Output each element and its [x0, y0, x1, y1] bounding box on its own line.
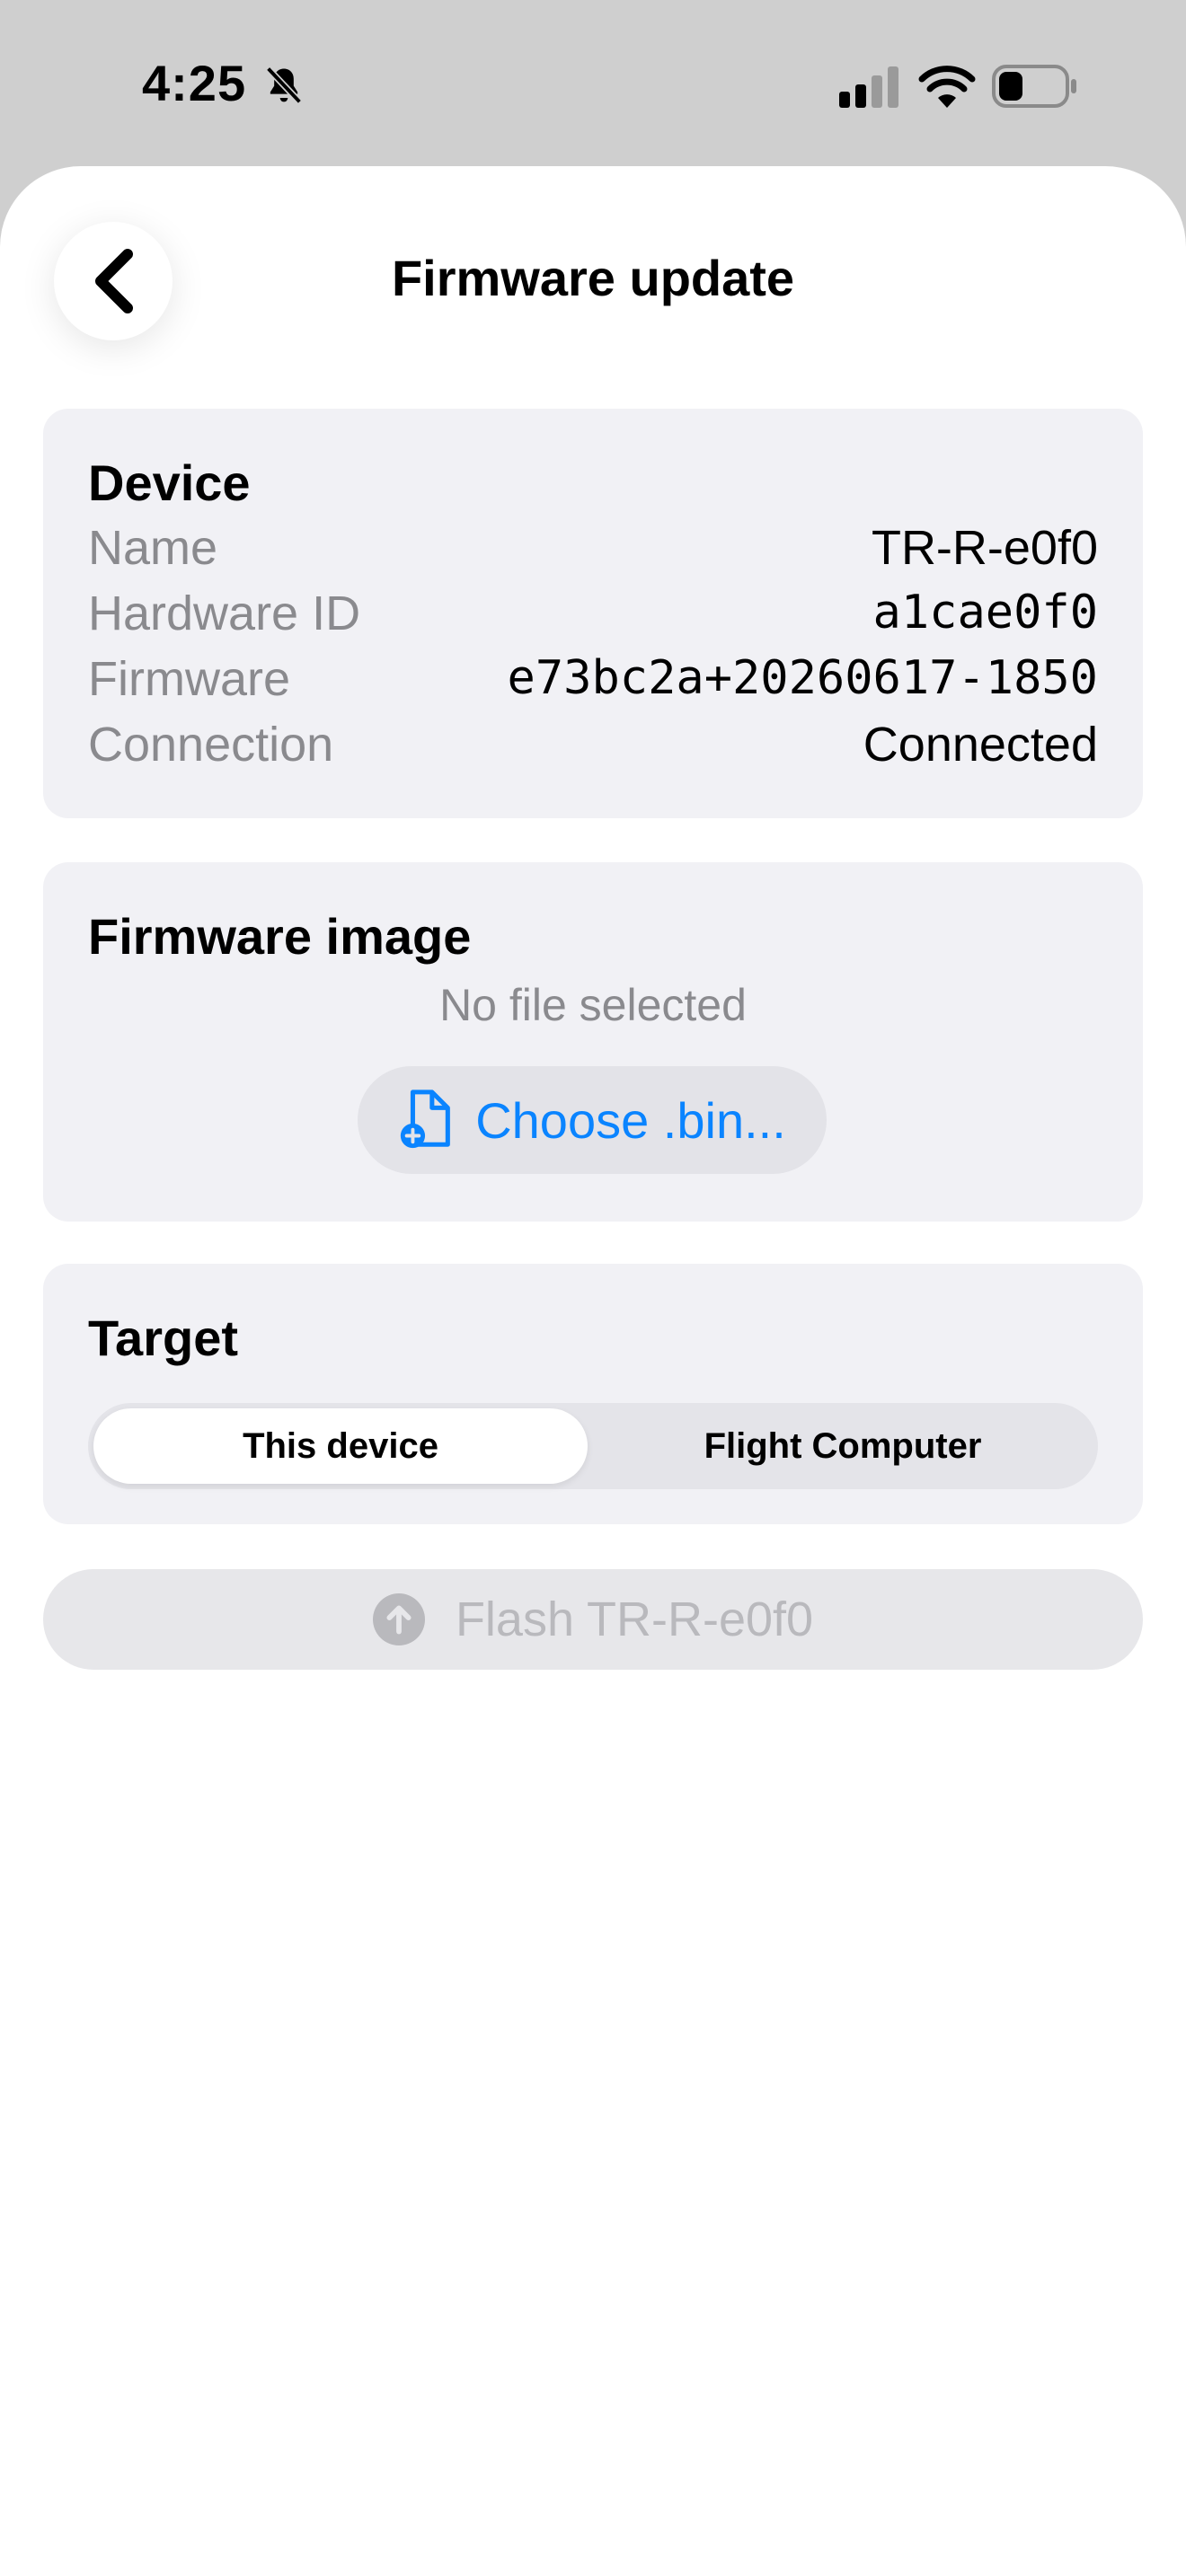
firmware-image-title: Firmware image	[88, 908, 472, 965]
device-row-hardware-id: Hardware ID a1cae0f0	[88, 586, 1098, 648]
target-card: Target This device Flight Computer	[43, 1264, 1143, 1524]
doc-badge-plus-icon	[401, 1090, 451, 1149]
battery-icon	[992, 65, 1076, 108]
device-card: Device Name TR-R-e0f0 Hardware ID a1cae0…	[43, 409, 1143, 818]
arrow-up-circle-icon	[372, 1593, 425, 1645]
segment-this-device[interactable]: This device	[93, 1408, 588, 1484]
firmware-value: e73bc2a+20260617-1850	[507, 651, 1098, 705]
device-section-title: Device	[88, 454, 251, 511]
connection-label: Connection	[88, 718, 334, 772]
device-name-value: TR-R-e0f0	[871, 521, 1098, 575]
target-segmented-control: This device Flight Computer	[88, 1403, 1098, 1489]
file-status: No file selected	[439, 980, 747, 1030]
modal-sheet: Firmware update Device Name TR-R-e0f0 Ha…	[0, 166, 1186, 2576]
status-bar: 4:25	[0, 0, 1186, 171]
wifi-icon	[918, 66, 976, 108]
connection-value: Connected	[863, 718, 1098, 772]
hardware-id-label: Hardware ID	[88, 587, 361, 640]
cellular-signal-icon	[839, 66, 898, 108]
device-row-firmware: Firmware e73bc2a+20260617-1850	[88, 651, 1098, 714]
bell-slash-icon	[265, 66, 303, 104]
device-name-label: Name	[88, 521, 218, 575]
device-row-connection: Connection Connected	[88, 717, 1098, 780]
segment-flight-computer[interactable]: Flight Computer	[593, 1408, 1093, 1484]
choose-bin-button[interactable]: Choose .bin...	[358, 1066, 827, 1174]
page-title: Firmware update	[391, 250, 795, 306]
flash-button[interactable]: Flash TR-R-e0f0	[43, 1569, 1143, 1670]
flash-label: Flash TR-R-e0f0	[455, 1592, 814, 1646]
firmware-label: Firmware	[88, 652, 290, 706]
choose-bin-label: Choose .bin...	[475, 1091, 786, 1149]
firmware-image-card: Firmware image No file selected Choose .…	[43, 862, 1143, 1222]
hardware-id-value: a1cae0f0	[872, 586, 1098, 640]
status-time: 4:25	[142, 55, 247, 111]
target-title: Target	[88, 1310, 238, 1366]
device-row-name: Name TR-R-e0f0	[88, 520, 1098, 583]
